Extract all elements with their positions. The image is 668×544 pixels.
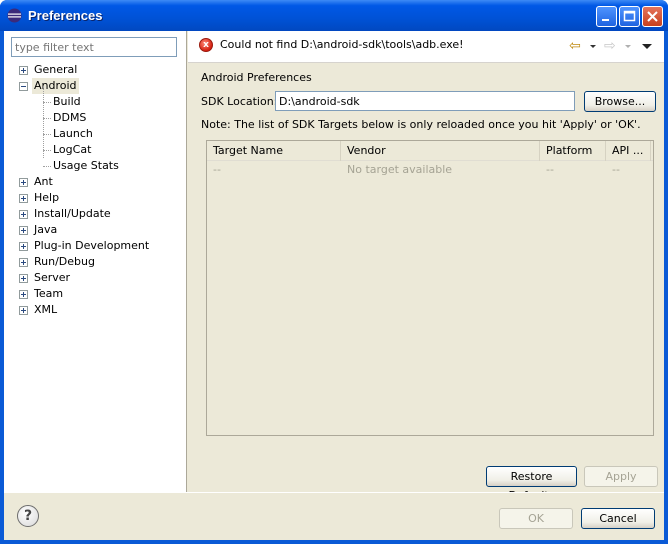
cell-target-name: -- [213, 163, 221, 176]
tree-item-label: Launch [53, 127, 93, 140]
tree-item-label: Ant [34, 175, 53, 188]
browse-button-label: Browse... [594, 95, 646, 108]
expand-icon[interactable] [19, 66, 28, 75]
tree-item-label: Usage Stats [53, 159, 119, 172]
forward-history-dropdown [625, 45, 631, 48]
table-header: Target Name Vendor Platform API ... [207, 141, 653, 161]
tree-item[interactable]: General [4, 62, 186, 78]
maximize-icon [623, 10, 636, 22]
ok-label: OK [528, 512, 544, 525]
tree-item[interactable]: Launch [4, 126, 186, 142]
tree-item-label: Team [34, 287, 64, 300]
tree-item-label: Server [34, 271, 71, 284]
preference-page: x Could not find D:\android-sdk\tools\ad… [188, 31, 664, 502]
tree-item-label: Android [32, 78, 79, 94]
cell-platform: -- [546, 163, 554, 176]
tree-item[interactable]: Plug-in Development [4, 238, 186, 254]
column-target-name[interactable]: Target Name [207, 141, 341, 161]
close-icon [647, 11, 658, 22]
title-bar[interactable]: Preferences [0, 0, 668, 31]
tree-item[interactable]: Build [4, 94, 186, 110]
tree-connector [43, 118, 51, 119]
expand-icon[interactable] [19, 290, 28, 299]
maximize-button[interactable] [619, 6, 640, 27]
expand-icon[interactable] [19, 210, 28, 219]
forward-arrow-icon: ⇨ [604, 38, 616, 54]
error-icon: x [199, 38, 213, 52]
tree-item[interactable]: DDMS [4, 110, 186, 126]
filter-input[interactable] [11, 37, 177, 57]
view-menu-icon[interactable] [642, 44, 652, 49]
error-message: Could not find D:\android-sdk\tools\adb.… [220, 38, 464, 51]
tree-item-label: Run/Debug [34, 255, 95, 268]
tree-item[interactable]: Run/Debug [4, 254, 186, 270]
tree-item[interactable]: Java [4, 222, 186, 238]
back-history-dropdown[interactable] [590, 45, 596, 48]
apply-label: Apply [605, 470, 637, 483]
tree-item[interactable]: Help [4, 190, 186, 206]
tree-item[interactable]: Usage Stats [4, 158, 186, 174]
sdk-note: Note: The list of SDK Targets below is o… [201, 118, 641, 131]
browse-button[interactable]: Browse... [584, 91, 656, 112]
expand-icon[interactable] [19, 194, 28, 203]
expand-icon[interactable] [19, 178, 28, 187]
tree-connector [43, 134, 51, 135]
expand-icon[interactable] [19, 306, 28, 315]
page-title: Android Preferences [201, 71, 312, 84]
apply-button: Apply [584, 466, 658, 487]
tree-connector [43, 150, 51, 151]
message-bar: x Could not find D:\android-sdk\tools\ad… [188, 31, 664, 63]
restore-defaults-button[interactable]: Restore Defaults [486, 466, 577, 502]
dialog-button-bar: ? OK Cancel [4, 492, 664, 540]
tree-connector [43, 166, 51, 167]
tree-item-label: Build [53, 95, 81, 108]
tree-item-label: General [34, 63, 78, 76]
tree-item[interactable]: LogCat [4, 142, 186, 158]
collapse-icon[interactable] [19, 82, 28, 91]
close-button[interactable] [642, 6, 663, 27]
tree-connector [43, 102, 51, 103]
tree-item-label: LogCat [53, 143, 92, 156]
ok-button: OK [499, 508, 573, 529]
minimize-icon [602, 19, 609, 21]
cell-vendor: No target available [347, 163, 453, 176]
tree-item[interactable]: Android [4, 78, 186, 94]
minimize-button[interactable] [596, 6, 617, 27]
tree-item-label: XML [34, 303, 58, 316]
tree-item[interactable]: Server [4, 270, 186, 286]
tree-item[interactable]: Ant [4, 174, 186, 190]
expand-icon[interactable] [19, 274, 28, 283]
tree-item-label: Install/Update [34, 207, 111, 220]
help-icon[interactable]: ? [17, 505, 39, 527]
tree-item-label: Java [34, 223, 58, 236]
expand-icon[interactable] [19, 242, 28, 251]
eclipse-icon [7, 8, 22, 23]
column-vendor[interactable]: Vendor [341, 141, 540, 161]
tree-connector-line [43, 86, 44, 158]
sdk-targets-table[interactable]: Target Name Vendor Platform API ... -- N… [206, 140, 654, 436]
sdk-location-input[interactable] [275, 91, 575, 111]
tree-item-label: DDMS [53, 111, 87, 124]
tree-item[interactable]: Install/Update [4, 206, 186, 222]
tree-item[interactable]: XML [4, 302, 186, 318]
expand-icon[interactable] [19, 258, 28, 267]
cancel-label: Cancel [599, 512, 637, 525]
column-platform[interactable]: Platform [540, 141, 606, 161]
preferences-window: Preferences General AndroidBuild DDMS Launc… [0, 0, 668, 544]
sdk-location-label: SDK Location: [201, 95, 278, 108]
preference-tree-pane: General AndroidBuild DDMS Launch LogCat Usage… [4, 31, 187, 492]
dialog-client-area: General AndroidBuild DDMS Launch LogCat Usage… [4, 31, 664, 540]
tree-item-label: Plug-in Development [34, 239, 150, 252]
back-arrow-icon[interactable]: ⇦ [569, 39, 581, 53]
tree-item-label: Help [34, 191, 60, 204]
expand-icon[interactable] [19, 226, 28, 235]
column-api-level[interactable]: API ... [606, 141, 651, 161]
window-title: Preferences [28, 8, 103, 23]
cancel-button[interactable]: Cancel [581, 508, 655, 529]
tree-item[interactable]: Team [4, 286, 186, 302]
cell-api-level: -- [612, 163, 620, 176]
